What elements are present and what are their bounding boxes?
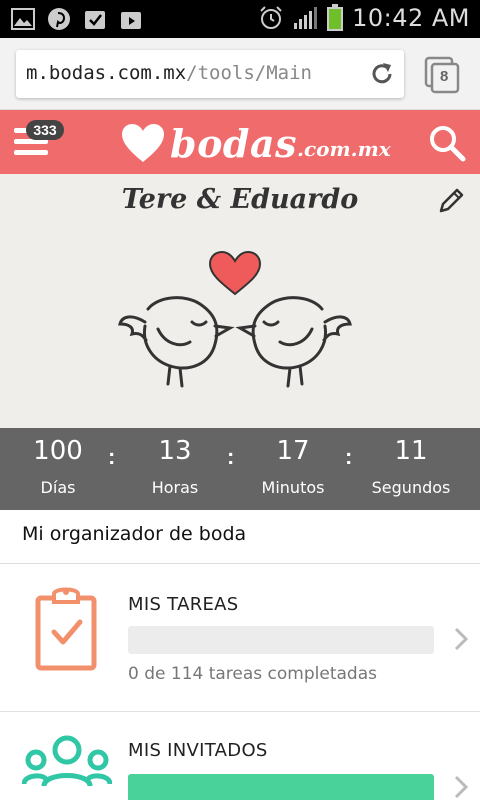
countdown-seconds-label: Segundos (371, 478, 451, 497)
countdown-days: 100 Días (3, 436, 113, 497)
organizer-section-header: Mi organizador de boda (0, 510, 480, 564)
love-birds-illustration (118, 250, 352, 388)
alarm-icon (260, 6, 282, 29)
heart-logo-icon (122, 124, 164, 162)
tab-count: 8 (440, 68, 449, 85)
wedding-countdown: 100 Días : 13 Horas : 17 Minutos : 11 Se… (0, 428, 480, 510)
countdown-seconds: 11 Segundos (355, 436, 467, 497)
url-text[interactable]: m.bodas.com.mx/tools/Main (26, 62, 312, 84)
play-store-icon (118, 6, 144, 32)
couple-hero: Tere & Eduardo (0, 174, 480, 428)
checkbox-icon (82, 6, 108, 32)
countdown-days-value: 100 (33, 436, 83, 466)
pencil-icon[interactable] (436, 186, 466, 216)
left-bird-icon (118, 296, 235, 388)
url-bar[interactable]: m.bodas.com.mx/tools/Main (16, 50, 404, 98)
pinterest-icon (46, 6, 72, 32)
menu-line-icon (14, 150, 48, 155)
url-path: /tools/Main (186, 62, 312, 84)
logo-text: bodas (170, 120, 298, 166)
clipboard-check-icon (35, 587, 97, 671)
guests-title: MIS INVITADOS (128, 740, 268, 761)
chevron-right-icon (454, 627, 469, 651)
countdown-seconds-value: 11 (394, 436, 428, 466)
gallery-icon (10, 6, 36, 32)
logo-suffix: .com.mx (297, 137, 391, 161)
countdown-days-label: Días (40, 478, 76, 497)
countdown-separator: : (108, 444, 116, 469)
heart-icon (208, 250, 262, 296)
status-bar: 10:42 AM (0, 0, 480, 38)
countdown-minutes-value: 17 (276, 436, 310, 466)
countdown-separator: : (345, 444, 353, 469)
guests-progress-fill (128, 774, 434, 800)
countdown-hours-label: Horas (151, 478, 199, 497)
tabs-button[interactable]: 8 (424, 56, 462, 94)
tasks-title: MIS TAREAS (128, 594, 239, 615)
tasks-progress-bar (128, 626, 434, 654)
signal-icon (294, 7, 318, 29)
bodas-logo[interactable]: bodas .com.mx (120, 118, 391, 168)
countdown-hours: 13 Horas (120, 436, 230, 497)
reload-icon[interactable] (368, 60, 396, 88)
notification-badge[interactable]: 333 (26, 120, 64, 140)
tasks-card[interactable]: MIS TAREAS 0 de 114 tareas completadas (0, 564, 480, 712)
tasks-subtitle: 0 de 114 tareas completadas (128, 664, 377, 684)
app-header: 333 bodas .com.mx (0, 110, 480, 174)
browser-toolbar: m.bodas.com.mx/tools/Main 8 (0, 38, 480, 110)
countdown-minutes-label: Minutos (261, 478, 325, 497)
right-bird-icon (235, 296, 352, 388)
search-icon[interactable] (428, 124, 466, 162)
countdown-hours-value: 13 (158, 436, 192, 466)
couple-names: Tere & Eduardo (121, 184, 359, 215)
organizer-title: Mi organizador de boda (22, 523, 247, 545)
countdown-separator: : (227, 444, 235, 469)
status-clock: 10:42 AM (352, 4, 470, 32)
guests-card[interactable]: MIS INVITADOS (0, 712, 480, 800)
url-host: m.bodas.com.mx (26, 62, 187, 84)
countdown-minutes: 17 Minutos (238, 436, 348, 497)
battery-icon (327, 4, 344, 31)
guests-group-icon (22, 735, 112, 787)
guests-progress-bar (128, 774, 434, 800)
chevron-right-icon (454, 775, 469, 799)
